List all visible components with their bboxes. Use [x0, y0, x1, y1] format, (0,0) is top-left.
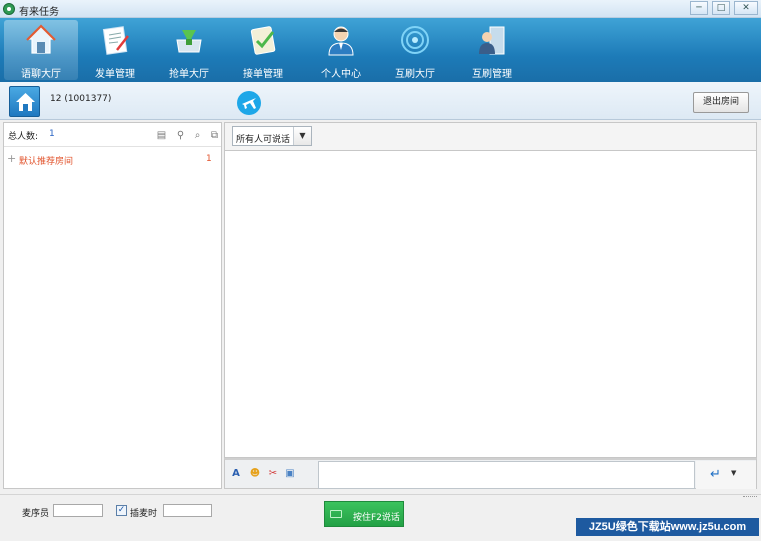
- insert-mic-checkbox[interactable]: ✓: [116, 505, 127, 516]
- minimize-button[interactable]: ─: [690, 1, 708, 15]
- chat-header: 所有人可说话 ▼: [224, 122, 757, 150]
- funnel-icon: [176, 30, 202, 53]
- mic-queue-field[interactable]: [53, 504, 103, 517]
- nav-label: 抢单大厅: [169, 69, 209, 80]
- expand-plus-icon[interactable]: +: [7, 152, 16, 165]
- nav-accept-manage[interactable]: 接单管理: [226, 20, 300, 80]
- close-button[interactable]: ✕: [734, 1, 758, 15]
- insert-mic-field[interactable]: [163, 504, 212, 517]
- font-icon[interactable]: A: [230, 468, 242, 480]
- airplane-icon: [242, 98, 256, 109]
- maximize-button[interactable]: □: [712, 1, 730, 15]
- manager-icon: [479, 26, 505, 55]
- target-icon: [401, 26, 429, 54]
- total-label: 总人数:: [8, 132, 39, 142]
- room-count: 1: [206, 154, 212, 164]
- list-item[interactable]: + 默认推荐房间 1: [4, 151, 221, 167]
- member-panel: 总人数: 1 ▤ ⚲ ⌕ ⧉ + 默认推荐房间 1: [3, 122, 222, 489]
- bottom-bar: 麦序员 ✓ 插麦时 按住F2说话 JZ5U绿色下载站www.jz5u.com: [0, 492, 761, 541]
- chat-message-area[interactable]: [224, 150, 757, 458]
- nav-voice-hall[interactable]: 语聊大厅: [4, 20, 78, 80]
- document-edit-icon: [102, 26, 129, 55]
- main-navbar: 语聊大厅 发单管理 抢单大厅 接单管理 个人中心 互刷大厅 互刷管理: [0, 18, 761, 82]
- room-id-label: 12 (1001377): [50, 94, 112, 104]
- room-home-button[interactable]: [9, 86, 40, 117]
- nav-label: 互刷大厅: [395, 69, 435, 80]
- member-panel-header: 总人数: 1 ▤ ⚲ ⌕ ⧉: [4, 123, 221, 147]
- emoji-icon[interactable]: ☻: [249, 468, 261, 480]
- search-icon[interactable]: ⌕: [192, 130, 203, 141]
- send-area: ↵ ▼: [696, 461, 756, 489]
- enter-send-icon[interactable]: ↵: [710, 468, 724, 482]
- title-bar: 有来任务 ─ □ ✕: [0, 0, 761, 18]
- push-to-talk-label: 按住F2说话: [353, 513, 400, 523]
- user-icon: [328, 26, 354, 56]
- speak-target-select[interactable]: 所有人可说话 ▼: [232, 126, 312, 146]
- home-icon: [26, 24, 56, 54]
- send-options-chevron-icon[interactable]: ▼: [731, 469, 736, 477]
- speak-target-value: 所有人可说话: [236, 135, 291, 145]
- nav-grab-hall[interactable]: 抢单大厅: [152, 20, 226, 80]
- nav-label: 发单管理: [95, 69, 135, 80]
- keyboard-icon: [330, 510, 342, 518]
- resize-grip[interactable]: [743, 496, 757, 500]
- divider: [0, 494, 761, 495]
- location-pin-icon[interactable]: ⚲: [175, 130, 186, 141]
- house-icon: [16, 93, 35, 111]
- scissors-icon[interactable]: ✂: [267, 468, 279, 480]
- app-logo-icon: [3, 3, 15, 15]
- insert-mic-label: 插麦时: [130, 509, 158, 519]
- nav-mutual-hall[interactable]: 互刷大厅: [378, 20, 452, 80]
- exit-room-button[interactable]: 退出房间: [693, 92, 749, 113]
- room-name: 默认推荐房间: [19, 157, 74, 167]
- nav-label: 语聊大厅: [21, 69, 61, 80]
- chevron-down-icon[interactable]: ▼: [293, 127, 311, 145]
- list-view-icon[interactable]: ▤: [156, 130, 167, 141]
- total-count: 1: [49, 129, 55, 139]
- export-icon[interactable]: ⧉: [209, 130, 220, 141]
- push-to-talk-button[interactable]: 按住F2说话: [324, 501, 404, 527]
- nav-label: 互刷管理: [472, 69, 512, 80]
- nav-label: 个人中心: [321, 69, 361, 80]
- image-icon[interactable]: ▣: [284, 468, 296, 480]
- message-input[interactable]: [318, 461, 695, 489]
- nav-label: 接单管理: [243, 69, 283, 80]
- watermark: JZ5U绿色下载站www.jz5u.com: [576, 518, 759, 536]
- room-toolbar: 12 (1001377) 退出房间: [0, 82, 761, 120]
- chat-input-bar: A ☻ ✂ ▣ ↵ ▼: [224, 458, 757, 489]
- mic-queue-label: 麦序员: [22, 509, 50, 519]
- nav-personal-center[interactable]: 个人中心: [304, 20, 378, 80]
- clipboard-check-icon: [250, 26, 276, 55]
- nav-order-manage[interactable]: 发单管理: [78, 20, 152, 80]
- plane-button[interactable]: [237, 91, 261, 115]
- window-title: 有来任务: [19, 7, 59, 18]
- nav-mutual-manage[interactable]: 互刷管理: [455, 20, 529, 80]
